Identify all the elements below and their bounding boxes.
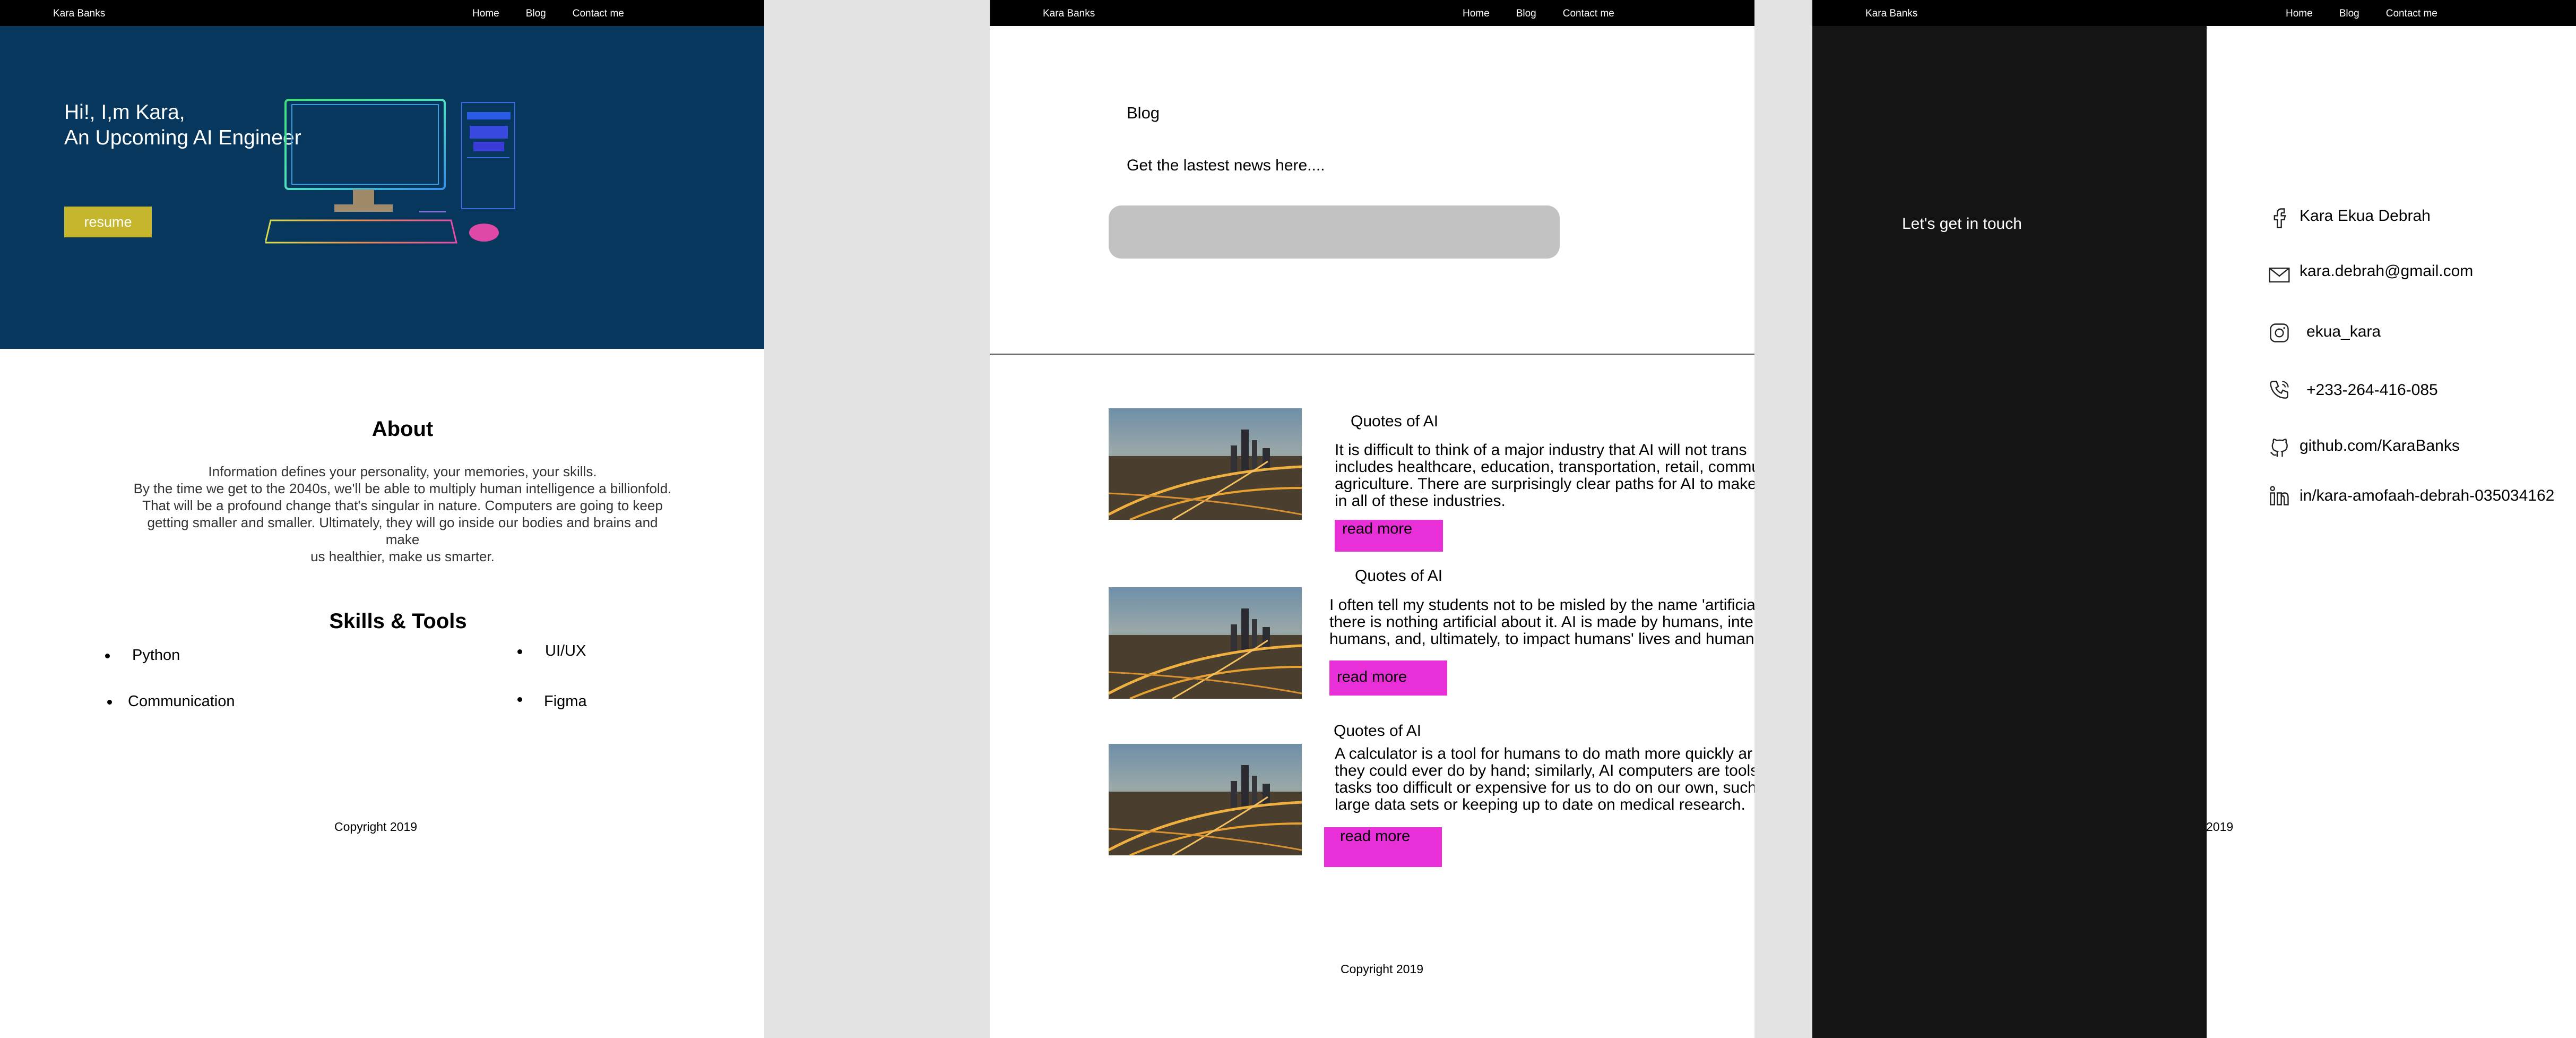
nav-links: Home Blog Contact me (2286, 8, 2464, 20)
phone-icon (2270, 381, 2289, 399)
about-line: getting smaller and smaller. Ultimately,… (147, 514, 658, 547)
read-more-button[interactable]: read more (1329, 660, 1447, 696)
skill-item: Python (132, 647, 180, 664)
section-divider (990, 354, 1754, 355)
skill-item: Communication (128, 693, 235, 710)
contact-heading: Let's get in touch (1902, 215, 2022, 233)
post-line: It is difficult to think of a major indu… (1335, 441, 1747, 459)
post-thumbnail[interactable] (1109, 587, 1302, 699)
post-line: they could ever do by hand; similarly, A… (1335, 762, 1754, 779)
bullet-icon (105, 654, 110, 658)
nav-contact-link[interactable]: Contact me (2386, 8, 2437, 20)
nav-contact-link[interactable]: Contact me (573, 8, 624, 20)
city-image (1109, 744, 1302, 855)
post-title: Quotes of AI (1355, 567, 1443, 585)
skill-item: UI/UX (545, 642, 586, 659)
skill-item: Figma (544, 693, 587, 710)
about-text: Information defines your personality, yo… (133, 463, 672, 565)
blog-subtitle: Get the lastest news here.... (1127, 157, 1325, 174)
nav-links: Home Blog Contact me (472, 8, 651, 20)
about-line: By the time we get to the 2040s, we'll b… (133, 481, 672, 496)
city-image (1109, 408, 1302, 520)
blog-heading: Blog (1127, 104, 1160, 122)
contact-page-frame: Kara Banks Home Blog Contact me Let's ge… (1812, 0, 2576, 1038)
contact-facebook[interactable]: Kara Ekua Debrah (2300, 207, 2431, 225)
copyright-fragment: 2019 (2206, 820, 2234, 834)
read-more-button[interactable]: read more (1335, 520, 1443, 552)
nav-home-link[interactable]: Home (2286, 8, 2313, 20)
blog-page-frame: Kara Banks Home Blog Contact me Blog Get… (990, 0, 1754, 1038)
nav-links: Home Blog Contact me (1463, 8, 1641, 20)
github-icon (2270, 439, 2288, 457)
post-title: Quotes of AI (1334, 722, 1422, 740)
nav-contact-link[interactable]: Contact me (1563, 8, 1614, 20)
nav-blog-link[interactable]: Blog (1516, 8, 1536, 20)
post-line: tasks too difficult or expensive for us … (1335, 779, 1754, 796)
about-line: Information defines your personality, yo… (208, 464, 597, 479)
contact-instagram[interactable]: ekua_kara (2306, 323, 2381, 341)
linkedin-icon (2270, 486, 2289, 505)
contact-phone[interactable]: +233-264-416-085 (2306, 381, 2438, 399)
home-page-frame: Kara Banks Home Blog Contact me Hi!, I,m… (0, 0, 764, 1038)
brand-logo[interactable]: Kara Banks (1865, 8, 1917, 20)
post-body: A calculator is a tool for humans to do … (1335, 745, 1754, 813)
about-line: That will be a profound change that's si… (142, 497, 663, 513)
top-nav: Kara Banks Home Blog Contact me (0, 0, 764, 26)
bullet-icon (107, 700, 112, 705)
nav-blog-link[interactable]: Blog (526, 8, 546, 20)
facebook-icon (2274, 208, 2286, 228)
skills-heading: Skills & Tools (329, 610, 467, 633)
post-line: humans, and, ultimately, to impact human… (1329, 630, 1754, 648)
post-body: I often tell my students not to be misle… (1329, 597, 1754, 648)
mail-icon (2269, 267, 2290, 283)
nav-home-link[interactable]: Home (472, 8, 499, 20)
post-title: Quotes of AI (1351, 413, 1439, 430)
post-thumbnail[interactable] (1109, 408, 1302, 520)
search-bar[interactable] (1109, 205, 1560, 259)
contact-github[interactable]: github.com/KaraBanks (2300, 437, 2460, 455)
post-line: agriculture. There are surprisingly clea… (1335, 475, 1754, 493)
bullet-icon (517, 697, 522, 702)
copyright: Copyright 2019 (334, 820, 417, 834)
city-image (1109, 587, 1302, 699)
about-line: us healthier, make us smarter. (310, 548, 495, 564)
top-nav: Kara Banks Home Blog Contact me (990, 0, 1754, 26)
post-line: A calculator is a tool for humans to do … (1335, 745, 1753, 762)
contact-linkedin[interactable]: in/kara-amofaah-debrah-035034162 (2300, 487, 2554, 505)
post-line: I often tell my students not to be misle… (1329, 596, 1754, 614)
top-nav: Kara Banks Home Blog Contact me (1812, 0, 2576, 26)
bullet-icon (517, 649, 522, 654)
brand-logo[interactable]: Kara Banks (1043, 8, 1095, 20)
nav-blog-link[interactable]: Blog (2339, 8, 2359, 20)
brand-logo[interactable]: Kara Banks (53, 8, 105, 20)
nav-home-link[interactable]: Home (1463, 8, 1490, 20)
post-thumbnail[interactable] (1109, 744, 1302, 855)
computer-illustration (265, 99, 515, 244)
read-more-button[interactable]: read more (1324, 827, 1442, 867)
copyright: Copyright 2019 (1341, 962, 1423, 976)
about-heading: About (371, 417, 434, 441)
post-line: large data sets or keeping up to date on… (1335, 796, 1745, 813)
contact-email[interactable]: kara.debrah@gmail.com (2300, 262, 2473, 280)
post-line: there is nothing artificial about it. AI… (1329, 613, 1753, 631)
post-body: It is difficult to think of a major indu… (1335, 442, 1754, 510)
post-line: includes healthcare, education, transpor… (1335, 458, 1754, 476)
contact-dark-panel (1812, 26, 2207, 1038)
instagram-icon (2270, 323, 2289, 342)
resume-button[interactable]: resume (64, 207, 152, 237)
post-line: in all of these industries. (1335, 492, 1506, 510)
